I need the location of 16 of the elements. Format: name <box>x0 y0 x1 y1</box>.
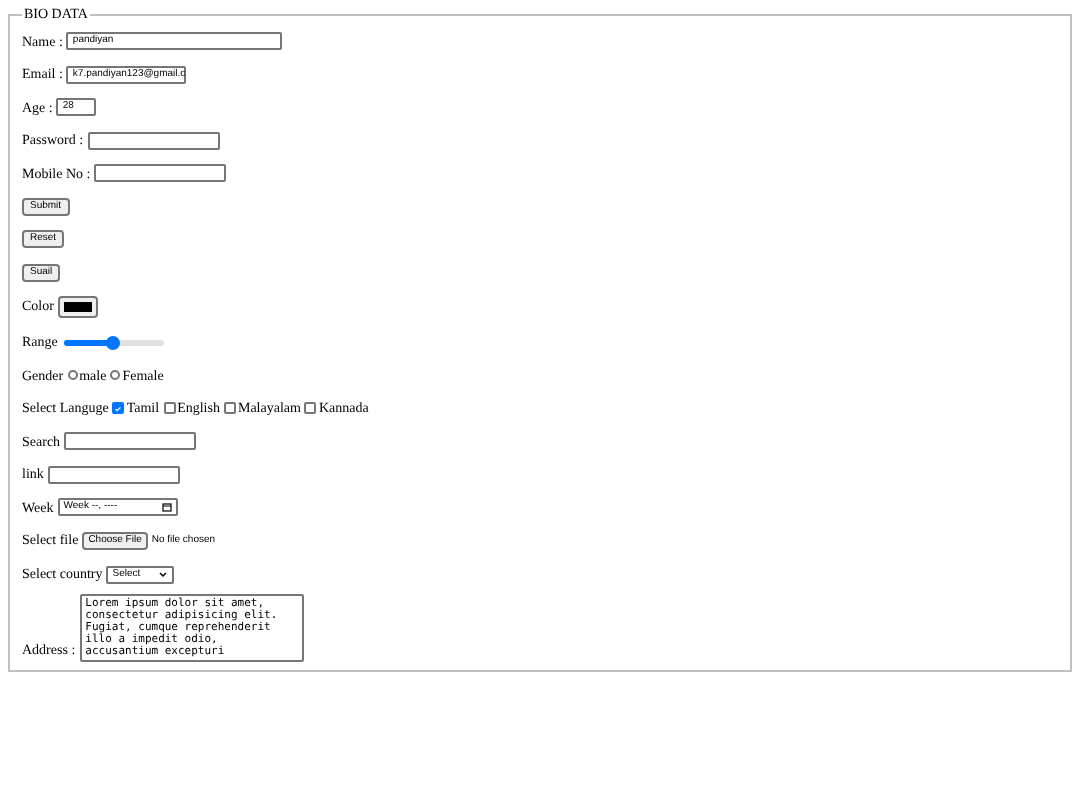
slider-thumb[interactable] <box>106 335 121 349</box>
checkbox[interactable] <box>112 402 125 415</box>
radio-button[interactable] <box>110 370 121 381</box>
checkbox[interactable] <box>304 402 317 415</box>
input-field[interactable] <box>47 465 180 484</box>
radio-button[interactable] <box>67 370 78 381</box>
input-field[interactable] <box>87 131 220 150</box>
checkbox[interactable] <box>163 402 176 415</box>
color-picker[interactable] <box>57 296 98 318</box>
chevron-down-icon <box>158 569 169 579</box>
calendar-icon <box>161 502 172 513</box>
range-slider[interactable] <box>63 339 164 345</box>
input-field[interactable] <box>64 432 197 451</box>
input-field[interactable] <box>94 164 227 183</box>
checkbox[interactable] <box>223 402 236 415</box>
checkmark-icon <box>114 403 123 414</box>
